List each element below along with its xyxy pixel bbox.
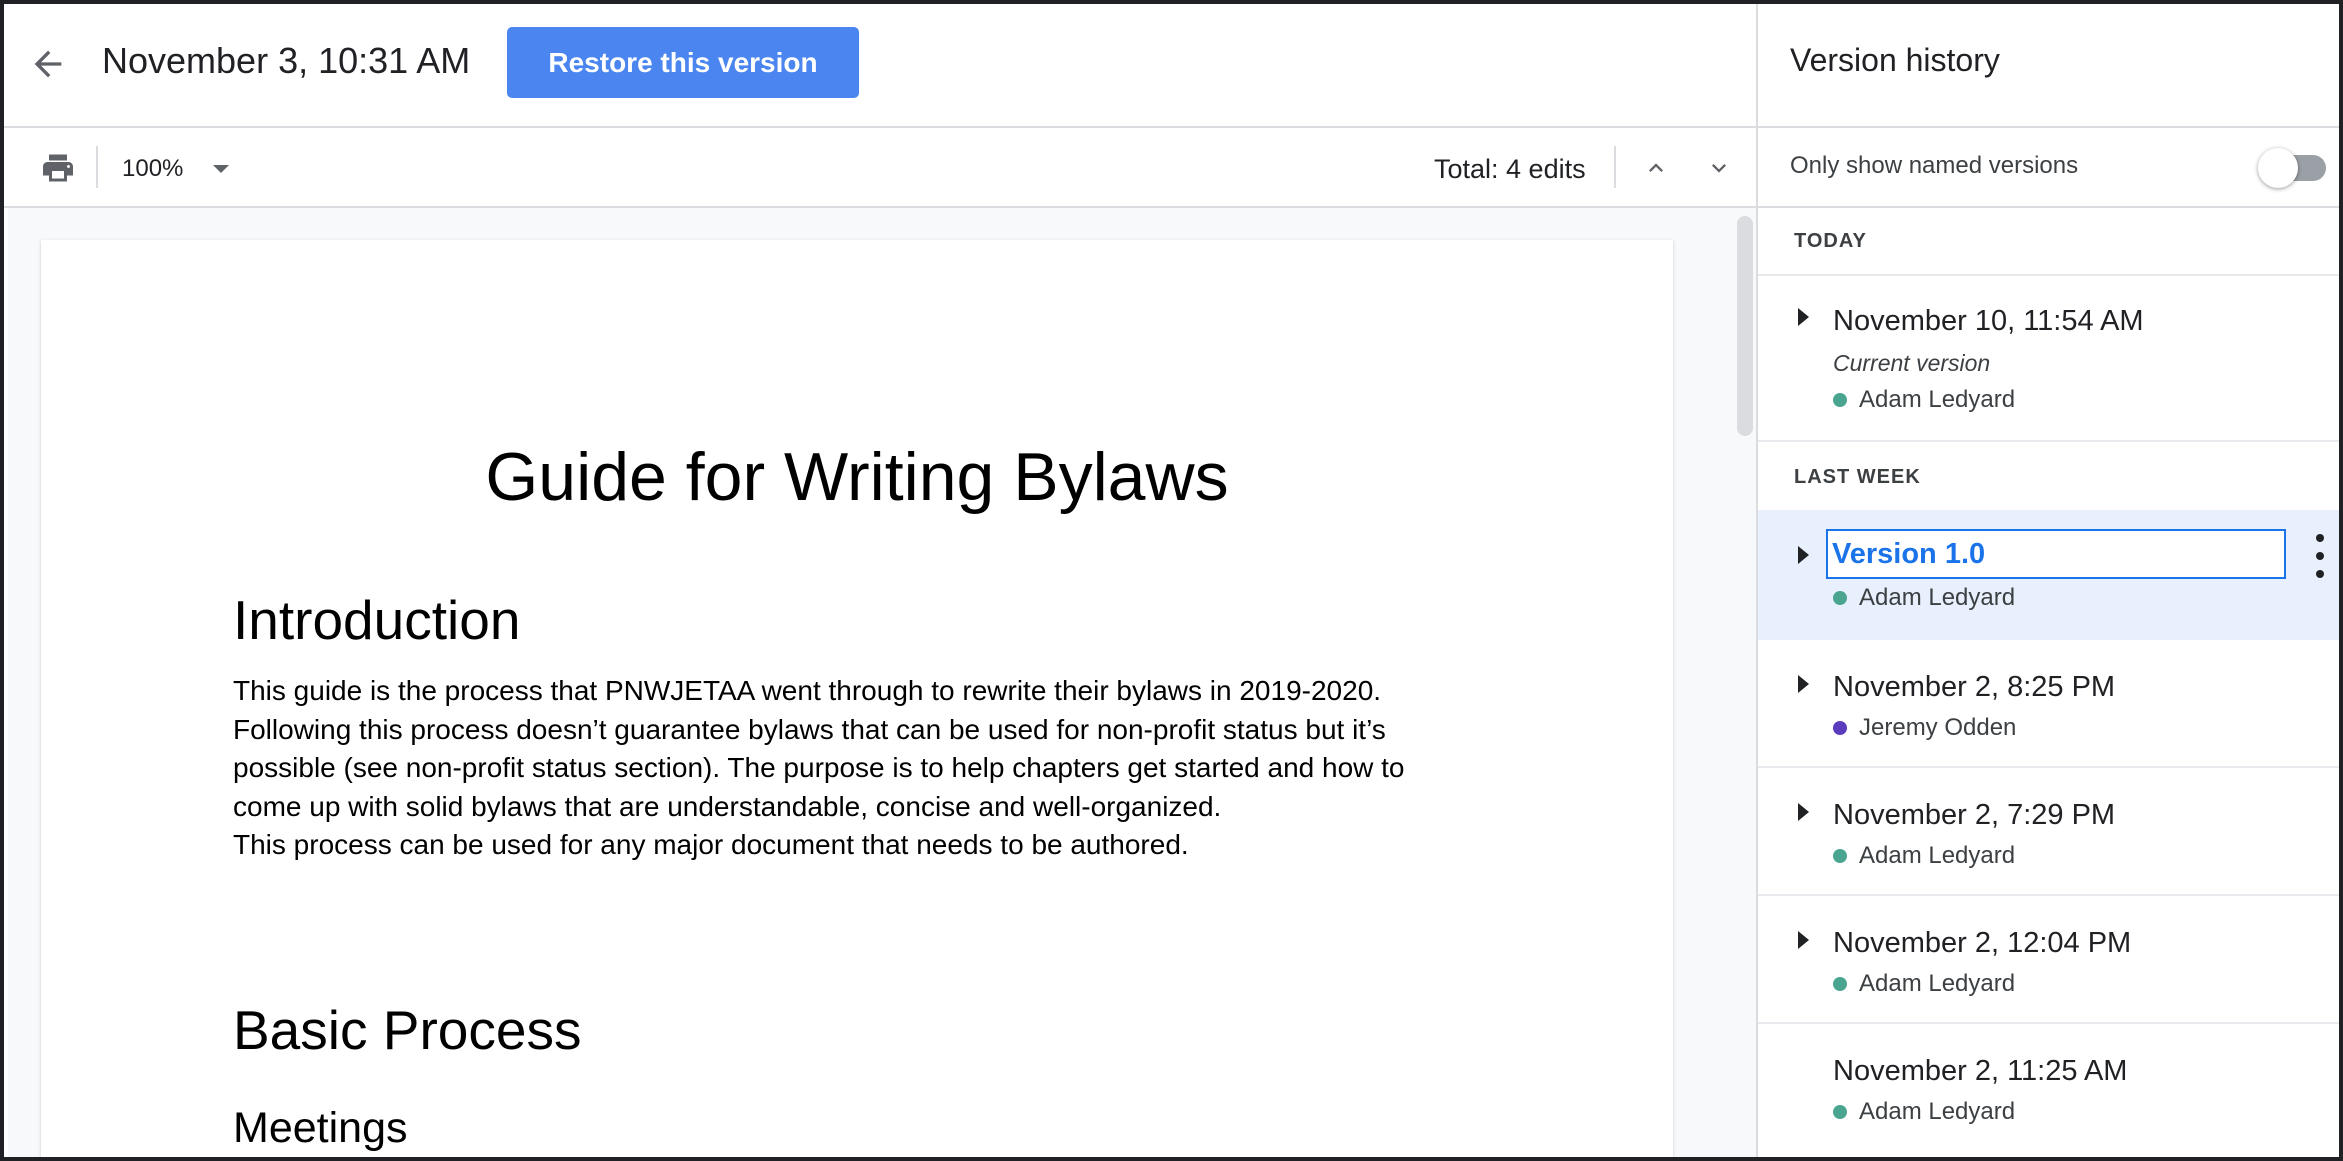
author-name: Adam Ledyard xyxy=(1859,1098,2016,1125)
author-name: Adam Ledyard xyxy=(1859,386,2016,413)
document-page: Guide for Writing Bylaws Introduction Th… xyxy=(41,240,1673,1157)
version-author: Adam Ledyard xyxy=(1833,386,2015,414)
version-date: November 2, 7:29 PM xyxy=(1833,799,2116,831)
author-color-dot xyxy=(1833,393,1847,407)
intro-paragraph-2: This process can be used for any major d… xyxy=(233,829,1189,860)
version-author: Adam Ledyard xyxy=(1833,842,2015,870)
toolbar-divider xyxy=(96,146,98,188)
version-date: November 2, 8:25 PM xyxy=(1833,671,2116,703)
author-color-dot xyxy=(1833,721,1847,735)
version-date: November 2, 12:04 PM xyxy=(1833,927,2132,959)
more-vert-icon[interactable] xyxy=(2310,534,2330,578)
author-color-dot xyxy=(1833,591,1847,605)
author-color-dot xyxy=(1833,977,1847,991)
version-item[interactable]: November 10, 11:54 AM Current version Ad… xyxy=(1758,276,2339,442)
version-item[interactable]: November 2, 8:25 PM Jeremy Odden xyxy=(1758,640,2339,768)
document-area[interactable]: Guide for Writing Bylaws Introduction Th… xyxy=(8,208,1756,1157)
scrollbar-thumb[interactable] xyxy=(1737,216,1753,436)
author-name: Adam Ledyard xyxy=(1859,842,2016,869)
version-date: November 10, 11:54 AM xyxy=(1833,305,2144,337)
named-versions-filter: Only show named versions xyxy=(1758,128,2339,208)
divider xyxy=(1758,440,2339,442)
heading-basic-process: Basic Process xyxy=(233,999,582,1061)
version-item-selected[interactable]: Adam Ledyard xyxy=(1758,510,2339,640)
app-window: November 3, 10:31 AM Restore this versio… xyxy=(0,0,2343,1161)
section-last-week: LAST WEEK xyxy=(1794,466,1921,488)
section-today: TODAY xyxy=(1794,230,1867,252)
edits-count: Total: 4 edits xyxy=(1434,154,1586,184)
version-item[interactable]: November 2, 11:25 AM Adam Ledyard xyxy=(1758,1024,2339,1157)
toolbar-divider xyxy=(1614,146,1616,188)
author-color-dot xyxy=(1833,1105,1847,1119)
back-arrow-icon[interactable] xyxy=(22,38,74,90)
restore-version-button[interactable]: Restore this version xyxy=(507,27,859,98)
author-name: Adam Ledyard xyxy=(1859,584,2016,611)
filter-label: Only show named versions xyxy=(1790,152,2079,179)
chevron-up-icon[interactable] xyxy=(1634,146,1678,190)
version-item[interactable]: November 2, 12:04 PM Adam Ledyard xyxy=(1758,896,2339,1024)
intro-paragraph: This guide is the process that PNWJETAA … xyxy=(233,675,1405,822)
document-title: Guide for Writing Bylaws xyxy=(485,439,1229,515)
version-history-panel: Version history Only show named versions… xyxy=(1756,4,2339,1157)
heading-introduction: Introduction xyxy=(233,589,521,651)
caret-right-icon[interactable] xyxy=(1798,803,1809,821)
caret-right-icon[interactable] xyxy=(1798,308,1809,326)
named-versions-toggle[interactable] xyxy=(2258,148,2330,188)
zoom-select[interactable]: 100% xyxy=(122,150,230,188)
author-color-dot xyxy=(1833,849,1847,863)
author-name: Adam Ledyard xyxy=(1859,970,2016,997)
current-version-label: Current version xyxy=(1833,350,1991,376)
version-name-input[interactable] xyxy=(1826,529,2286,579)
panel-title: Version history xyxy=(1790,42,2000,78)
caret-right-icon[interactable] xyxy=(1798,675,1809,693)
toggle-knob xyxy=(2258,148,2298,188)
caret-down-icon xyxy=(213,165,230,173)
panel-header: Version history xyxy=(1758,4,2339,128)
author-name: Jeremy Odden xyxy=(1859,714,2017,741)
chevron-down-icon[interactable] xyxy=(1697,146,1741,190)
version-date: November 2, 11:25 AM xyxy=(1833,1055,2128,1087)
version-title: November 3, 10:31 AM xyxy=(102,40,471,81)
zoom-value: 100% xyxy=(122,155,184,182)
print-icon[interactable] xyxy=(36,146,80,190)
top-bar: November 3, 10:31 AM Restore this versio… xyxy=(4,4,1756,128)
caret-right-icon[interactable] xyxy=(1798,546,1809,564)
version-author: Jeremy Odden xyxy=(1833,714,2016,742)
version-author: Adam Ledyard xyxy=(1833,584,2015,612)
version-author: Adam Ledyard xyxy=(1833,1098,2015,1126)
caret-right-icon[interactable] xyxy=(1798,931,1809,949)
version-item[interactable]: November 2, 7:29 PM Adam Ledyard xyxy=(1758,768,2339,896)
toolbar: 100% Total: 4 edits xyxy=(4,128,1756,208)
version-author: Adam Ledyard xyxy=(1833,970,2015,998)
heading-meetings: Meetings xyxy=(233,1104,408,1152)
